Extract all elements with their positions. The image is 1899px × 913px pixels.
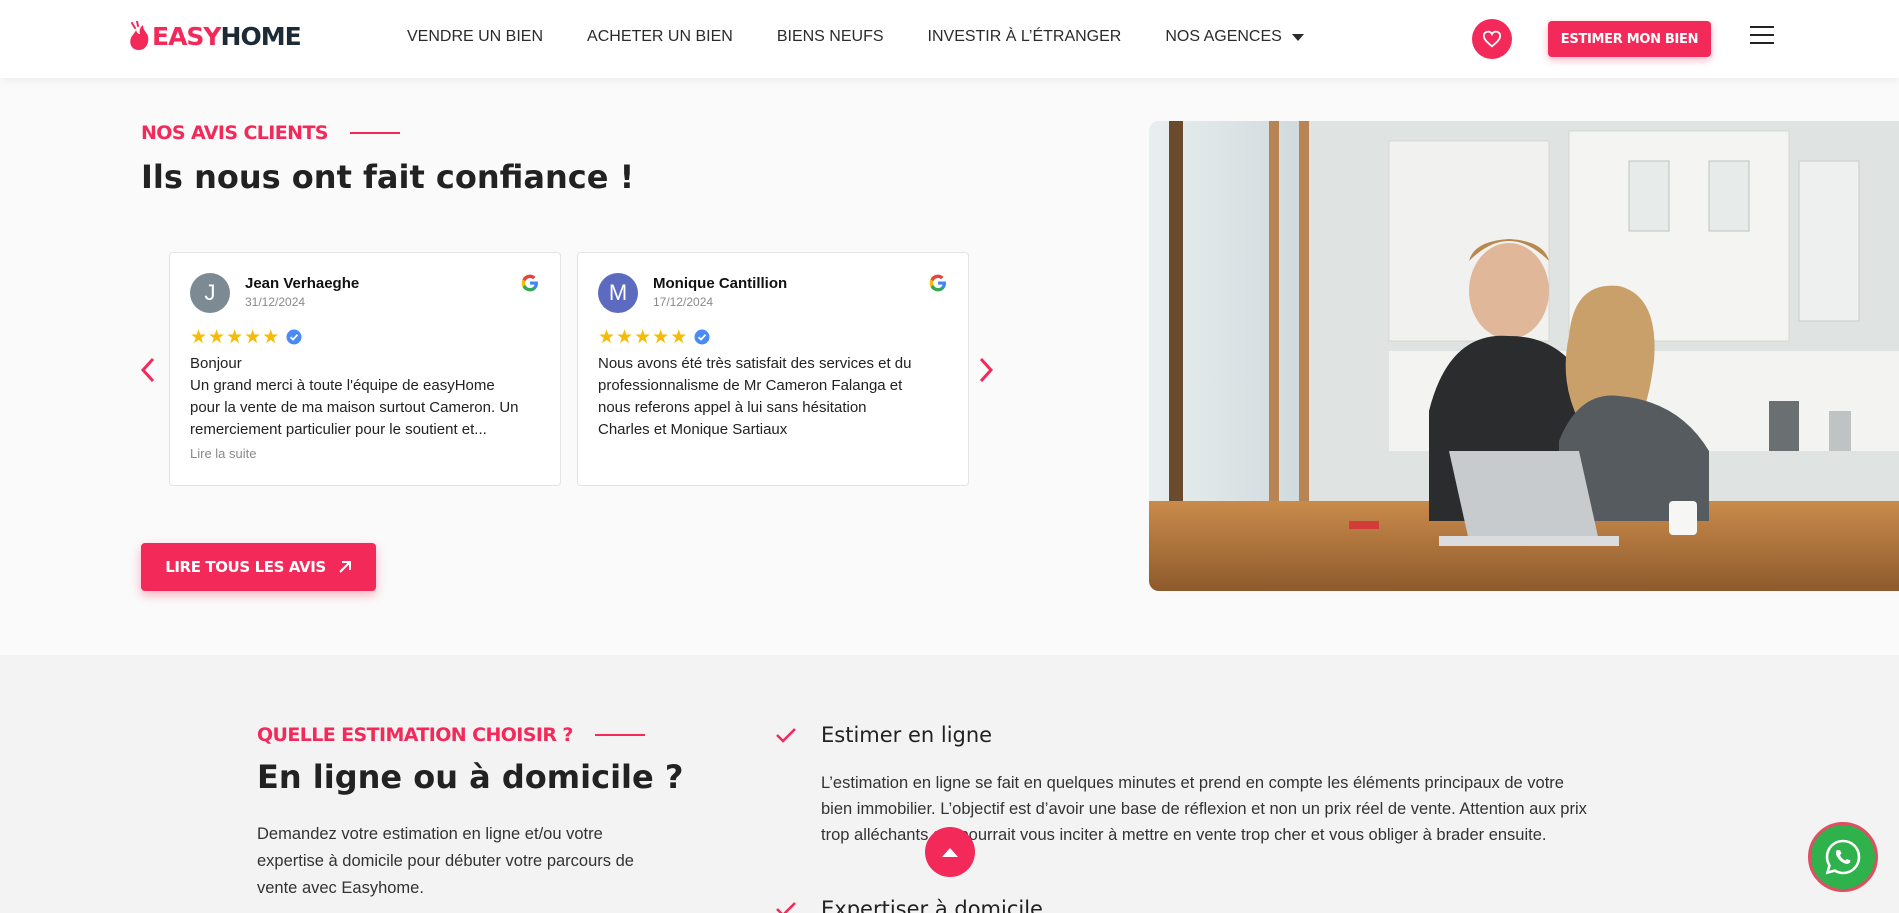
estimation-eyebrow: QUELLE ESTIMATION CHOISIR ?	[257, 724, 645, 746]
star-icon: ★	[652, 326, 670, 348]
star-icon: ★	[244, 326, 262, 348]
reviewer-name: Jean Verhaeghe	[245, 275, 360, 292]
star-icon: ★	[262, 326, 280, 348]
review-line: Nous avons été très satisfait des servic…	[598, 355, 912, 372]
rating-stars: ★ ★ ★ ★ ★	[598, 327, 710, 347]
hamburger-menu-icon[interactable]	[1750, 26, 1774, 46]
review-line: Bonjour	[190, 355, 242, 372]
review-date: 31/12/2024	[245, 295, 306, 309]
review-card: J Jean Verhaeghe 31/12/2024 ★ ★ ★ ★ ★ Bonjou…	[169, 252, 561, 486]
nav-vendre[interactable]: VENDRE UN BIEN	[407, 28, 543, 46]
review-line: nous referons appel à lui sans hésitatio…	[598, 399, 867, 416]
logo-flame-icon	[130, 21, 149, 50]
verified-badge-icon	[286, 329, 302, 345]
estimation-title: En ligne ou à domicile ?	[257, 758, 684, 796]
reviews-eyebrow: NOS AVIS CLIENTS	[141, 122, 400, 144]
review-line: Charles et Monique Sartiaux	[598, 421, 788, 438]
star-icon: ★	[190, 326, 208, 348]
reviews-eyebrow-text: NOS AVIS CLIENTS	[141, 122, 328, 144]
read-all-reviews-button[interactable]: LIRE TOUS LES AVIS	[141, 543, 376, 591]
description-line: vente avec Easyhome.	[257, 879, 424, 897]
review-text: Nous avons été très satisfait des servic…	[598, 353, 950, 441]
option-title-home: Expertiser à domicile	[821, 897, 1043, 913]
chevron-right-icon[interactable]	[976, 356, 996, 384]
caret-down-icon	[1291, 33, 1304, 41]
verified-badge-icon	[694, 329, 710, 345]
review-line: Un grand merci à toute l'équipe de easyH…	[190, 377, 495, 394]
description-line: expertise à domicile pour débuter votre …	[257, 852, 634, 870]
star-icon: ★	[226, 326, 244, 348]
review-date: 17/12/2024	[653, 295, 714, 309]
star-icon: ★	[634, 326, 652, 348]
description-line: bien immobilier. L’objectif est d’avoir …	[821, 800, 1587, 818]
star-icon: ★	[616, 326, 634, 348]
heart-icon	[1482, 30, 1502, 48]
checkmark-icon	[776, 902, 796, 913]
nav-investir[interactable]: INVESTIR À L’ÉTRANGER	[928, 28, 1122, 46]
favorites-button[interactable]	[1472, 19, 1512, 59]
review-line: professionnalisme de Mr Cameron Falanga …	[598, 377, 903, 394]
star-icon: ★	[208, 326, 226, 348]
estimation-description: Demandez votre estimation en ligne et/ou…	[257, 821, 687, 902]
review-line: pour la vente de ma maison surtout Camer…	[190, 399, 519, 416]
logo-part-home: HOME	[220, 21, 302, 51]
avatar: M	[598, 273, 638, 313]
menu-bar	[1750, 42, 1774, 44]
eyebrow-divider	[594, 734, 645, 736]
menu-bar	[1750, 34, 1774, 36]
site-header: EASYHOME VENDRE UN BIEN ACHETER UN BIEN …	[0, 0, 1899, 78]
nav-agences[interactable]: NOS AGENCES	[1165, 28, 1304, 46]
checkmark-icon	[776, 728, 796, 743]
read-all-reviews-label: LIRE TOUS LES AVIS	[165, 558, 326, 576]
google-icon	[521, 274, 538, 292]
star-icon: ★	[670, 326, 688, 348]
chevron-left-icon[interactable]	[138, 356, 158, 384]
main-nav: VENDRE UN BIEN ACHETER UN BIEN BIENS NEU…	[407, 28, 1348, 46]
nav-agences-label: NOS AGENCES	[1165, 28, 1282, 45]
estimate-property-button[interactable]: ESTIMER MON BIEN	[1548, 21, 1711, 57]
whatsapp-button[interactable]	[1808, 822, 1878, 892]
scroll-to-top-button[interactable]	[925, 827, 975, 877]
whatsapp-icon	[1825, 839, 1861, 875]
avatar: J	[190, 273, 230, 313]
eyebrow-divider	[349, 132, 400, 134]
option-title-online: Estimer en ligne	[821, 723, 993, 747]
logo-part-easy: EASY	[152, 21, 222, 51]
nav-biens-neufs[interactable]: BIENS NEUFS	[777, 28, 884, 46]
star-icon: ★	[598, 326, 616, 348]
couple-laptop-photo	[1149, 121, 1899, 591]
review-line: remerciement particulier pour le soutien…	[190, 421, 487, 438]
menu-bar	[1750, 26, 1774, 28]
easyhome-logo[interactable]: EASYHOME	[128, 16, 302, 56]
nav-acheter[interactable]: ACHETER UN BIEN	[587, 28, 733, 46]
logo-text: EASYHOME	[152, 21, 302, 51]
description-line: L’estimation en ligne se fait en quelque…	[821, 774, 1564, 792]
reviewer-name: Monique Cantillion	[653, 275, 788, 292]
reviews-title: Ils nous ont fait confiance !	[141, 158, 635, 196]
caret-up-icon	[942, 848, 958, 857]
review-text: Bonjour Un grand merci à toute l'équipe …	[190, 353, 542, 441]
rating-stars: ★ ★ ★ ★ ★	[190, 327, 302, 347]
read-more-link[interactable]: Lire la suite	[190, 446, 256, 461]
description-line: Demandez votre estimation en ligne et/ou…	[257, 825, 603, 843]
review-card: M Monique Cantillion 17/12/2024 ★ ★ ★ ★ ★ No…	[577, 252, 969, 486]
google-icon	[929, 274, 946, 292]
estimation-eyebrow-text: QUELLE ESTIMATION CHOISIR ?	[257, 724, 573, 746]
arrow-up-right-icon	[339, 561, 351, 573]
